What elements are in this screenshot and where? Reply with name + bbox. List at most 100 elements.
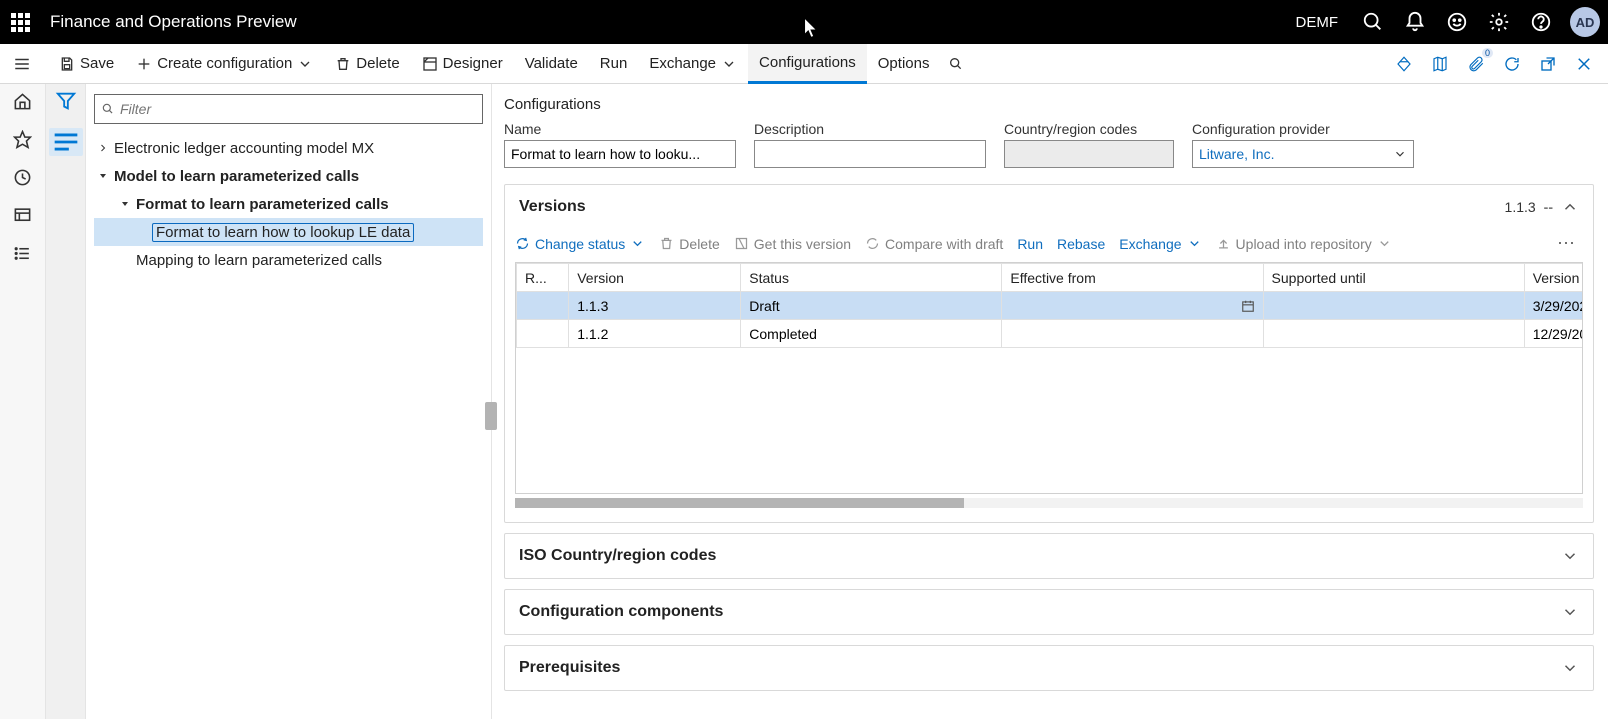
country-input bbox=[1004, 140, 1174, 168]
list-icon[interactable] bbox=[12, 242, 34, 264]
tree-filter[interactable] bbox=[94, 94, 483, 124]
col-r[interactable]: R... bbox=[517, 264, 569, 292]
prereq-title: Prerequisites bbox=[519, 659, 620, 677]
tree-filter-input[interactable] bbox=[120, 101, 476, 117]
inline-search-button[interactable] bbox=[940, 44, 972, 84]
chevron-down-icon bbox=[630, 236, 645, 251]
upload-label: Upload into repository bbox=[1236, 236, 1372, 252]
attachments-icon[interactable]: 0 bbox=[1462, 50, 1490, 78]
chevron-down-icon bbox=[1377, 236, 1392, 251]
designer-button[interactable]: Designer bbox=[411, 44, 514, 84]
bell-icon[interactable] bbox=[1404, 11, 1426, 33]
provider-select[interactable]: Litware, Inc. bbox=[1192, 140, 1414, 168]
popout-icon[interactable] bbox=[1534, 50, 1562, 78]
compare-label: Compare with draft bbox=[885, 236, 1003, 252]
filter-rail bbox=[46, 84, 86, 719]
refresh-icon[interactable] bbox=[1498, 50, 1526, 78]
tree-item[interactable]: Mapping to learn parameterized calls bbox=[94, 246, 483, 274]
options-button[interactable]: Options bbox=[867, 44, 941, 84]
ver-delete-button: Delete bbox=[659, 236, 719, 252]
components-title: Configuration components bbox=[519, 603, 723, 621]
caret-down-icon bbox=[118, 197, 132, 211]
cell-created: 3/29/2021 09:32:09 AM bbox=[1524, 292, 1582, 320]
validate-button[interactable]: Validate bbox=[514, 44, 589, 84]
gear-icon[interactable] bbox=[1488, 11, 1510, 33]
cell-created: 12/29/2018 11:35:33 AM bbox=[1524, 320, 1582, 348]
cell-version: 1.1.2 bbox=[569, 320, 741, 348]
cell-status: Completed bbox=[741, 320, 1002, 348]
star-icon[interactable] bbox=[12, 128, 34, 150]
col-supported[interactable]: Supported until bbox=[1263, 264, 1524, 292]
search-icon bbox=[948, 56, 964, 72]
get-version-label: Get this version bbox=[754, 236, 851, 252]
ver-run-button[interactable]: Run bbox=[1017, 236, 1043, 252]
validate-label: Validate bbox=[525, 55, 578, 72]
smile-icon[interactable] bbox=[1446, 11, 1468, 33]
change-status-button[interactable]: Change status bbox=[515, 236, 645, 252]
close-icon[interactable] bbox=[1570, 50, 1598, 78]
waffle-icon[interactable] bbox=[8, 10, 32, 34]
company-code[interactable]: DEMF bbox=[1296, 14, 1339, 31]
change-status-label: Change status bbox=[535, 236, 625, 252]
col-effective[interactable]: Effective from bbox=[1002, 264, 1263, 292]
cell-effective[interactable] bbox=[1002, 292, 1263, 320]
configurations-label: Configurations bbox=[759, 54, 856, 71]
home-icon[interactable] bbox=[12, 90, 34, 112]
tree-item[interactable]: Format to learn parameterized calls bbox=[94, 190, 483, 218]
rebase-label: Rebase bbox=[1057, 236, 1105, 252]
chevron-down-icon bbox=[1393, 147, 1407, 161]
rebase-button[interactable]: Rebase bbox=[1057, 236, 1105, 252]
app-title: Finance and Operations Preview bbox=[50, 12, 297, 32]
caret-none bbox=[118, 253, 132, 267]
module-icon[interactable] bbox=[12, 204, 34, 226]
tree-item-selected[interactable]: Format to learn how to lookup LE data bbox=[94, 218, 483, 246]
tree-item[interactable]: Model to learn parameterized calls bbox=[94, 162, 483, 190]
components-header[interactable]: Configuration components bbox=[505, 590, 1593, 634]
run-button[interactable]: Run bbox=[589, 44, 639, 84]
name-input[interactable] bbox=[504, 140, 736, 168]
ver-delete-label: Delete bbox=[679, 236, 719, 252]
get-version-button: Get this version bbox=[734, 236, 851, 252]
iso-header[interactable]: ISO Country/region codes bbox=[505, 534, 1593, 578]
clock-icon[interactable] bbox=[12, 166, 34, 188]
ver-exchange-button[interactable]: Exchange bbox=[1119, 236, 1201, 252]
funnel-icon[interactable] bbox=[55, 90, 77, 112]
col-version[interactable]: Version bbox=[569, 264, 741, 292]
run-label: Run bbox=[600, 55, 628, 72]
field-row: Name Description Country/region codes Co… bbox=[504, 121, 1594, 168]
configurations-tab[interactable]: Configurations bbox=[748, 44, 867, 84]
diamond-icon[interactable] bbox=[1390, 50, 1418, 78]
compare-button: Compare with draft bbox=[865, 236, 1003, 252]
delete-button[interactable]: Delete bbox=[324, 44, 410, 84]
avatar[interactable]: AD bbox=[1570, 7, 1600, 37]
prereq-header[interactable]: Prerequisites bbox=[505, 646, 1593, 690]
name-label: Name bbox=[504, 121, 736, 137]
table-row[interactable]: 1.1.2 Completed 12/29/2018 11:35:33 AM bbox=[517, 320, 1583, 348]
search-icon[interactable] bbox=[1362, 11, 1384, 33]
col-created[interactable]: Version created bbox=[1524, 264, 1582, 292]
tree-label: Format to learn parameterized calls bbox=[136, 196, 389, 213]
help-icon[interactable] bbox=[1530, 11, 1552, 33]
search-icon bbox=[101, 102, 115, 116]
horizontal-scrollbar[interactable] bbox=[515, 498, 1583, 508]
provider-value: Litware, Inc. bbox=[1199, 146, 1274, 162]
map-icon[interactable] bbox=[1426, 50, 1454, 78]
hamburger-icon[interactable] bbox=[6, 48, 38, 80]
caret-right-icon bbox=[96, 141, 110, 155]
tree-item[interactable]: Electronic ledger accounting model MX bbox=[94, 134, 483, 162]
col-status[interactable]: Status bbox=[741, 264, 1002, 292]
versions-header[interactable]: Versions 1.1.3 -- bbox=[505, 185, 1593, 229]
more-icon[interactable]: ⋯ bbox=[1557, 233, 1577, 254]
field-provider: Configuration provider Litware, Inc. bbox=[1192, 121, 1414, 168]
versions-table: R... Version Status Effective from Suppo… bbox=[515, 262, 1583, 494]
chevron-up-icon bbox=[1561, 198, 1579, 216]
table-row[interactable]: 1.1.3 Draft 3/29/2021 09:32:09 AM bbox=[517, 292, 1583, 320]
panel-toggle-icon[interactable] bbox=[49, 128, 83, 156]
exchange-button[interactable]: Exchange bbox=[638, 44, 748, 84]
description-input[interactable] bbox=[754, 140, 986, 168]
description-label: Description bbox=[754, 121, 986, 137]
save-button[interactable]: Save bbox=[48, 44, 125, 84]
field-name: Name bbox=[504, 121, 736, 168]
create-configuration-button[interactable]: Create configuration bbox=[125, 44, 324, 84]
attachments-badge: 0 bbox=[1482, 48, 1493, 58]
